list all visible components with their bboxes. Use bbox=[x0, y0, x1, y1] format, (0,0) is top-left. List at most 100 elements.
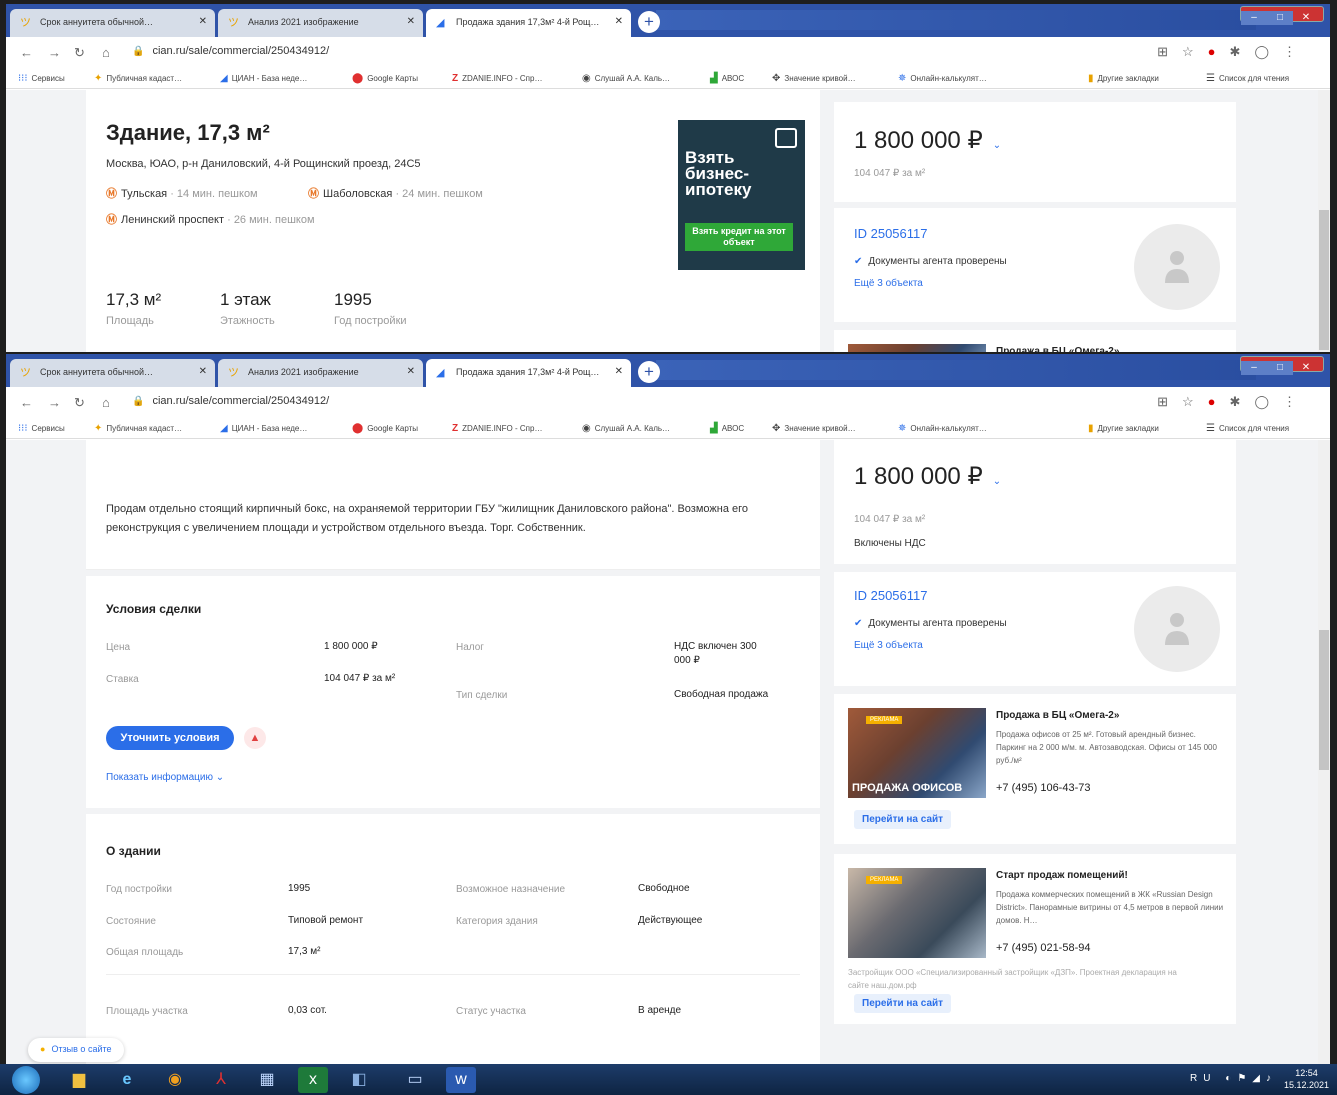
back-icon[interactable]: ← bbox=[20, 395, 33, 410]
home-icon[interactable]: ⌂ bbox=[102, 45, 110, 60]
bookmark-reading-list[interactable]: ☰ Список для чтения bbox=[1206, 73, 1289, 84]
word-icon[interactable]: w bbox=[446, 1067, 476, 1093]
bookmark-other[interactable]: ▮ Другие закладки bbox=[1088, 73, 1159, 84]
bookmark-6[interactable]: ▟ АВОС bbox=[710, 423, 744, 434]
avatar[interactable] bbox=[1134, 586, 1220, 672]
agent-id-link[interactable]: ID 25056117 bbox=[854, 226, 928, 241]
flag-icon[interactable]: ⚑ bbox=[1237, 1073, 1252, 1084]
browser-tab-3[interactable]: ◢ Продажа здания 17,3м² 4-й Рощ… ✕ bbox=[426, 359, 631, 387]
forward-icon[interactable]: → bbox=[48, 395, 61, 410]
menu-icon[interactable]: ⋮ bbox=[1283, 44, 1310, 59]
show-info-link[interactable]: Показать информацию ⌄ bbox=[106, 772, 224, 783]
scrollbar[interactable] bbox=[1318, 440, 1330, 1064]
acrobat-icon[interactable]: ⅄ bbox=[206, 1067, 236, 1093]
promo-site-button[interactable]: Перейти на сайт bbox=[854, 994, 952, 1013]
chrome-icon[interactable]: ◉ bbox=[160, 1067, 190, 1093]
feedback-button[interactable]: ● Отзыв о сайте bbox=[28, 1038, 124, 1062]
promo-image[interactable]: РЕКЛАМА ПРОДАЖА ОФИСОВ bbox=[848, 708, 986, 798]
window-controls[interactable]: – □ ✕ bbox=[1240, 356, 1324, 375]
clock[interactable]: 12:54 15.12.2021 bbox=[1284, 1067, 1329, 1091]
metro-station-2[interactable]: Ⓜ Шаболовская · 24 мин. пешком bbox=[308, 185, 483, 201]
puzzle-icon[interactable]: ✱ bbox=[1230, 394, 1255, 409]
bookmark-4[interactable]: Z ZDANIE.INFO - Спр… bbox=[452, 73, 542, 84]
chevron-down-icon[interactable]: ⌄ bbox=[993, 476, 1001, 487]
clarify-terms-button[interactable]: Уточнить условия bbox=[106, 726, 234, 750]
more-objects-link[interactable]: Ещё 3 объекта bbox=[854, 278, 923, 289]
promo-site-button[interactable]: Перейти на сайт bbox=[854, 810, 952, 829]
scrollbar-thumb[interactable] bbox=[1319, 630, 1329, 770]
window-icon[interactable]: ▭ bbox=[400, 1067, 430, 1093]
browser-tab-2[interactable]: ツ Анализ 2021 изображение ✕ bbox=[218, 359, 423, 387]
bookmark-6[interactable]: ▟ АВОС bbox=[710, 73, 744, 84]
translate-icon[interactable]: ⊞ bbox=[1157, 394, 1182, 409]
network-icon[interactable]: ◐ bbox=[1225, 1073, 1237, 1084]
profile-icon[interactable]: ◯ bbox=[1254, 394, 1283, 409]
bookmark-5[interactable]: ◉ Слушай А.А. Каль… bbox=[582, 423, 670, 434]
chevron-down-icon[interactable]: ⌄ bbox=[993, 140, 1001, 151]
new-tab-button[interactable]: + bbox=[638, 11, 660, 33]
scrollbar[interactable] bbox=[1318, 90, 1330, 352]
bookmark-services[interactable]: ⁝⁝⁝ Сервисы bbox=[18, 73, 65, 84]
promo-title[interactable]: Старт продаж помещений! bbox=[996, 870, 1128, 881]
bookmark-3[interactable]: ⬤ Google Карты bbox=[352, 73, 418, 84]
extension-icon[interactable]: ● bbox=[1208, 394, 1230, 409]
bookmark-reading-list[interactable]: ☰ Список для чтения bbox=[1206, 423, 1289, 434]
ad-banner[interactable]: Взять бизнес-ипотеку Взять кредит на это… bbox=[678, 120, 805, 270]
ad-credit-button[interactable]: Взять кредит на этот объект bbox=[685, 223, 793, 251]
bookmark-4[interactable]: Z ZDANIE.INFO - Спр… bbox=[452, 423, 542, 434]
bookmark-other[interactable]: ▮ Другие закладки bbox=[1088, 423, 1159, 434]
volume-icon[interactable]: ♪ bbox=[1266, 1073, 1277, 1084]
reload-icon[interactable]: ↻ bbox=[74, 395, 85, 411]
bookmark-1[interactable]: ✦ Публичная кадаст… bbox=[94, 73, 182, 84]
bookmark-7[interactable]: ✥ Значение кривой… bbox=[772, 423, 856, 434]
bookmark-5[interactable]: ◉ Слушай А.А. Каль… bbox=[582, 73, 670, 84]
listing-address[interactable]: Москва, ЮАО, р-н Даниловский, 4-й Рощинс… bbox=[106, 158, 421, 170]
browser-tab-2[interactable]: ツ Анализ 2021 изображение ✕ bbox=[218, 9, 423, 37]
close-icon[interactable]: ✕ bbox=[199, 16, 207, 27]
address-bar[interactable]: 🔒 cian.ru/sale/commercial/250434912/ bbox=[132, 45, 329, 57]
home-icon[interactable]: ⌂ bbox=[102, 395, 110, 410]
minimize-icon[interactable]: – bbox=[1241, 11, 1267, 25]
more-objects-link[interactable]: Ещё 3 объекта bbox=[854, 640, 923, 651]
app-icon[interactable]: ◧ bbox=[344, 1067, 374, 1093]
bookmark-services[interactable]: ⁝⁝⁝ Сервисы bbox=[18, 423, 65, 434]
bookmark-2[interactable]: ◢ ЦИАН - База неде… bbox=[220, 423, 307, 434]
star-icon[interactable]: ☆ bbox=[1182, 394, 1208, 409]
scrollbar-thumb[interactable] bbox=[1319, 210, 1329, 350]
browser-tab-1[interactable]: ツ Срок аннуитета обычной… ✕ bbox=[10, 9, 215, 37]
close-icon[interactable]: ✕ bbox=[615, 16, 623, 27]
browser-tab-3[interactable]: ◢ Продажа здания 17,3м² 4-й Рощ… ✕ bbox=[426, 9, 631, 37]
forward-icon[interactable]: → bbox=[48, 45, 61, 60]
maximize-icon[interactable]: □ bbox=[1267, 11, 1293, 25]
promo-image[interactable]: РЕКЛАМА bbox=[848, 868, 986, 958]
close-icon[interactable]: ✕ bbox=[199, 366, 207, 377]
excel-icon[interactable]: x bbox=[298, 1067, 328, 1093]
address-bar[interactable]: 🔒 cian.ru/sale/commercial/250434912/ bbox=[132, 395, 329, 407]
reload-icon[interactable]: ↻ bbox=[74, 45, 85, 61]
browser-tab-1[interactable]: ツ Срок аннуитета обычной… ✕ bbox=[10, 359, 215, 387]
signal-icon[interactable]: ◢ bbox=[1252, 1073, 1266, 1084]
promo-title[interactable]: Продажа в БЦ «Омега-2» bbox=[996, 710, 1119, 721]
agent-id-link[interactable]: ID 25056117 bbox=[854, 588, 928, 603]
save-app-icon[interactable]: ▦ bbox=[252, 1067, 282, 1093]
extension-icon[interactable]: ● bbox=[1208, 44, 1230, 59]
puzzle-icon[interactable]: ✱ bbox=[1230, 44, 1255, 59]
bookmark-7[interactable]: ✥ Значение кривой… bbox=[772, 73, 856, 84]
start-button[interactable] bbox=[12, 1066, 40, 1094]
bookmark-8[interactable]: ✵ Онлайн-калькулят… bbox=[898, 423, 987, 434]
minimize-icon[interactable]: – bbox=[1241, 361, 1267, 375]
close-icon[interactable]: ✕ bbox=[1293, 11, 1319, 25]
metro-station-3[interactable]: Ⓜ Ленинский проспект · 26 мин. пешком bbox=[106, 211, 315, 227]
bookmark-1[interactable]: ✦ Публичная кадаст… bbox=[94, 423, 182, 434]
metro-station-1[interactable]: Ⓜ Тульская · 14 мин. пешком bbox=[106, 185, 258, 201]
bookmark-2[interactable]: ◢ ЦИАН - База неде… bbox=[220, 73, 307, 84]
bookmark-8[interactable]: ✵ Онлайн-калькулят… bbox=[898, 73, 987, 84]
avatar[interactable] bbox=[1134, 224, 1220, 310]
file-explorer-icon[interactable]: ▆ bbox=[64, 1067, 94, 1093]
translate-icon[interactable]: ⊞ bbox=[1157, 44, 1182, 59]
bookmark-3[interactable]: ⬤ Google Карты bbox=[352, 423, 418, 434]
internet-explorer-icon[interactable]: e bbox=[112, 1067, 142, 1093]
close-icon[interactable]: ✕ bbox=[407, 16, 415, 27]
new-tab-button[interactable]: + bbox=[638, 361, 660, 383]
maximize-icon[interactable]: □ bbox=[1267, 361, 1293, 375]
